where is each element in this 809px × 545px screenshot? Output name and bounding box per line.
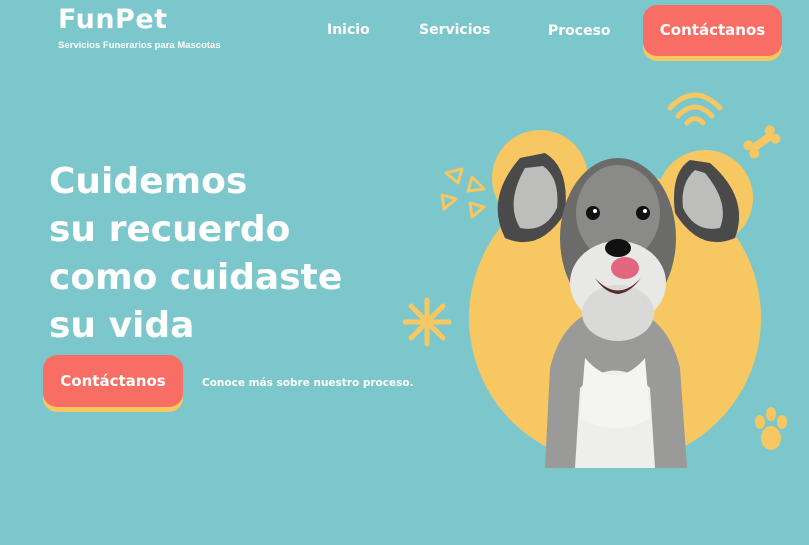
nav-contact-button[interactable]: Contáctanos	[643, 5, 782, 56]
nav-link-servicios[interactable]: Servicios	[419, 22, 490, 38]
nav-link-proceso[interactable]: Proceso	[548, 23, 611, 39]
hero-contact-button[interactable]: Contáctanos	[43, 355, 183, 407]
hero-headline: Cuidemos su recuerdo como cuidaste su vi…	[49, 158, 342, 350]
bone-icon	[743, 125, 781, 159]
nav-link-inicio[interactable]: Inicio	[327, 22, 370, 38]
process-link[interactable]: Conoce más sobre nuestro proceso.	[202, 377, 414, 389]
triangles-icon	[440, 167, 486, 219]
logo[interactable]: FunPet Servicios Funerarios para Mascota…	[58, 3, 221, 51]
wifi-signal-icon	[667, 92, 723, 126]
headline-line: como cuidaste	[49, 257, 343, 298]
sparkle-icon	[402, 297, 452, 347]
logo-tagline: Servicios Funerarios para Mascotas	[58, 40, 221, 51]
paw-icon	[755, 407, 787, 450]
headline-line: su recuerdo	[49, 209, 291, 250]
dog-image	[469, 130, 761, 468]
headline-line: Cuidemos	[49, 161, 248, 202]
headline-line: su vida	[49, 305, 195, 346]
logo-title: FunPet	[58, 4, 168, 35]
